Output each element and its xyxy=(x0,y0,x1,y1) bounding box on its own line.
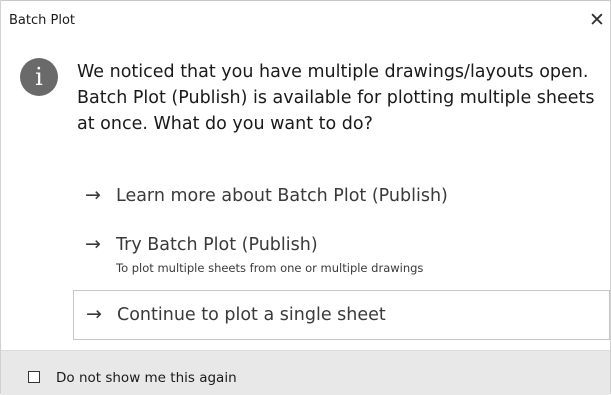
arrow-right-icon: → xyxy=(85,233,101,255)
continue-single-sheet-label: Continue to plot a single sheet xyxy=(117,305,386,325)
try-batch-plot-label: Try Batch Plot (Publish) xyxy=(116,235,318,255)
continue-single-sheet-option[interactable]: → Continue to plot a single sheet xyxy=(73,290,610,340)
close-icon: ✕ xyxy=(589,9,605,31)
close-button[interactable]: ✕ xyxy=(584,7,610,33)
try-batch-plot-option[interactable]: → Try Batch Plot (Publish) To plot multi… xyxy=(73,227,609,283)
try-batch-plot-description: To plot multiple sheets from one or mult… xyxy=(116,261,424,275)
dialog-title: Batch Plot xyxy=(9,13,76,28)
do-not-show-again-label[interactable]: Do not show me this again xyxy=(56,370,237,386)
arrow-right-icon: → xyxy=(86,303,102,325)
learn-more-option[interactable]: → Learn more about Batch Plot (Publish) xyxy=(73,178,609,216)
information-icon: i xyxy=(20,58,58,96)
dialog-message: We noticed that you have multiple drawin… xyxy=(77,62,595,134)
arrow-right-icon: → xyxy=(85,184,101,206)
title-bar: Batch Plot ✕ xyxy=(1,0,610,41)
batch-plot-dialog: Batch Plot ✕ i We noticed that you have … xyxy=(0,0,611,395)
dialog-footer: Do not show me this again xyxy=(1,350,610,395)
do-not-show-again-checkbox[interactable] xyxy=(28,371,40,383)
learn-more-label: Learn more about Batch Plot (Publish) xyxy=(116,186,448,206)
